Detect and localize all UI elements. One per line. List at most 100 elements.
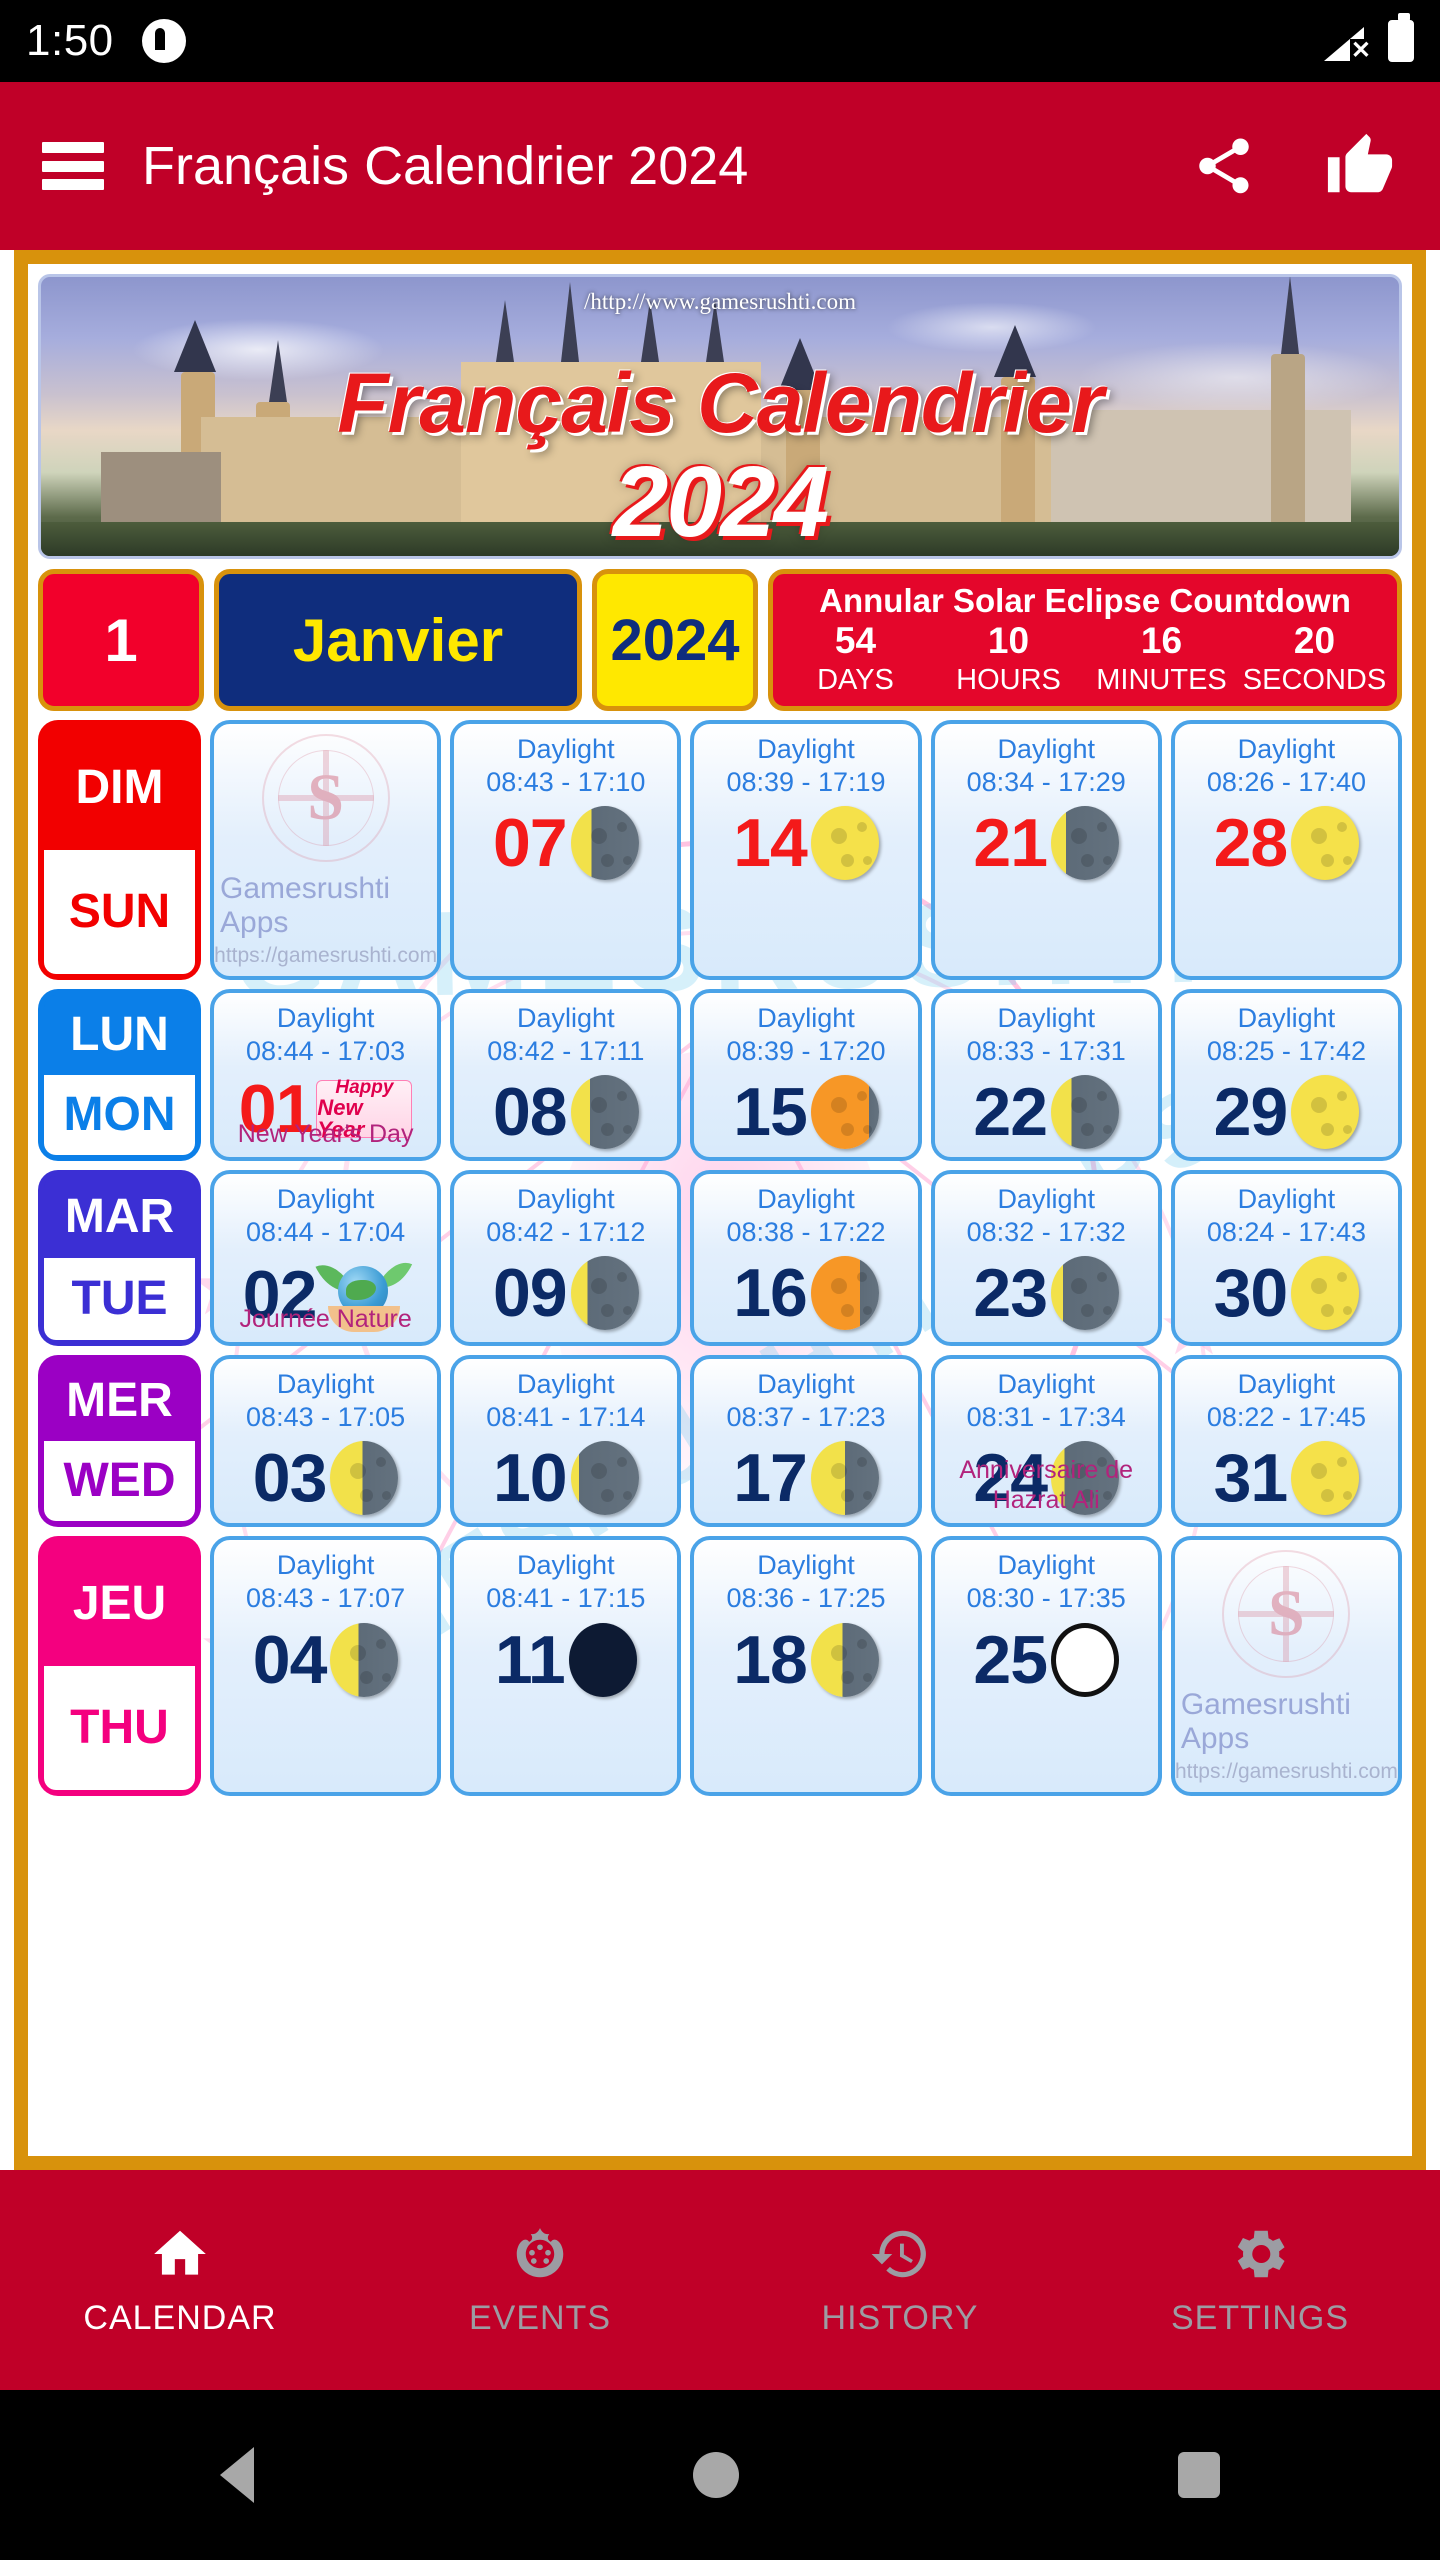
calendar-week-row: LUN MON Daylight 08:44 - 17:03 01 Happy New Ye…: [38, 989, 1403, 1162]
calendar-day-cell[interactable]: Daylight 08:39 - 17:19 14: [690, 720, 922, 980]
day-number-row: 25: [941, 1622, 1152, 1697]
daylight-label: Daylight: [1237, 1003, 1336, 1033]
month-selector[interactable]: Janvier: [214, 569, 582, 711]
daylight-times: 08:30 - 17:35: [966, 1583, 1126, 1614]
day-number-row: 04: [220, 1621, 431, 1698]
nav-item-events[interactable]: EVENTS: [360, 2223, 720, 2338]
day-number-row: 09: [460, 1255, 671, 1332]
daylight-times: 08:31 - 17:34: [966, 1402, 1126, 1433]
daylight-times: 08:25 - 17:42: [1206, 1036, 1366, 1067]
day-abbr-en: SUN: [44, 850, 195, 974]
day-abbr-en: WED: [44, 1441, 195, 1522]
home-circle-icon[interactable]: [692, 2452, 739, 2498]
thumbs-up-icon[interactable]: [1322, 128, 1398, 204]
status-bar: 1:50 ✕: [0, 0, 1440, 82]
calendar-day-cell[interactable]: Daylight 08:44 - 17:04 02 Journée Nature: [210, 1170, 442, 1347]
countdown-seconds-label: SECONDS: [1242, 663, 1387, 696]
calendar-day-cell[interactable]: Daylight 08:42 - 17:11 08: [450, 989, 682, 1162]
day-number: 04: [252, 1621, 328, 1698]
system-navigation-bar: [0, 2390, 1440, 2560]
calendar-day-cell[interactable]: Daylight 08:25 - 17:42 29: [1170, 989, 1403, 1162]
nav-item-history[interactable]: HISTORY: [720, 2223, 1080, 2338]
nav-item-settings[interactable]: SETTINGS: [1080, 2223, 1440, 2338]
day-number: 31: [1213, 1440, 1289, 1517]
daylight-times: 08:24 - 17:43: [1206, 1217, 1366, 1248]
calendar-day-cell[interactable]: Daylight 08:41 - 17:15 11: [450, 1536, 682, 1797]
day-abbr-en: MON: [44, 1075, 195, 1156]
countdown-labels: DAYS HOURS MINUTES SECONDS: [779, 663, 1391, 697]
day-number: 22: [973, 1074, 1048, 1151]
daylight-label: Daylight: [517, 1550, 615, 1581]
day-event-label: Anniversaire de Hazrat Ali: [959, 1456, 1134, 1514]
calendar-week-row: MER WED Daylight 08:43 - 17:05 03 Daylight 08:…: [38, 1355, 1403, 1528]
daylight-times: 08:44 - 17:03: [246, 1036, 406, 1067]
nav-item-calendar[interactable]: CALENDAR: [0, 2223, 360, 2338]
calendar-day-cell[interactable]: Daylight 08:42 - 17:12 09: [450, 1170, 682, 1347]
day-header-mon: LUN MON: [38, 989, 201, 1162]
home-icon: [154, 2230, 206, 2275]
share-icon[interactable]: [1186, 128, 1262, 204]
daylight-times: 08:44 - 17:04: [246, 1217, 406, 1248]
day-number: 03: [252, 1440, 328, 1517]
day-abbr-fr: LUN: [44, 995, 195, 1076]
daylight-label: Daylight: [997, 1003, 1095, 1033]
status-indicators: ✕: [1324, 13, 1414, 63]
calendar-day-cell[interactable]: Daylight 08:43 - 17:07 04: [210, 1536, 442, 1797]
calendar-week-row: DIMSUN Gamesrushti Apps https://gamesrusht…: [38, 720, 1403, 980]
countdown-days-label: DAYS: [817, 663, 894, 696]
gamesrushti-logo-icon: [261, 734, 390, 862]
moon-phase-icon: [810, 1256, 879, 1331]
day-number-row: 14: [700, 805, 911, 882]
daylight-label: Daylight: [1237, 734, 1336, 764]
day-number-row: 18: [700, 1621, 911, 1698]
daylight-times: 08:39 - 17:20: [726, 1036, 886, 1067]
day-number-row: 15: [700, 1075, 911, 1150]
brand-url: https://gamesrushti.com: [1174, 1760, 1398, 1784]
daylight-label: Daylight: [757, 1550, 855, 1581]
calendar-day-cell[interactable]: Daylight 08:30 - 17:35 25: [930, 1536, 1162, 1797]
day-selector[interactable]: 1: [38, 569, 204, 711]
calendar-day-cell[interactable]: Daylight 08:43 - 17:05 03: [210, 1355, 442, 1528]
recents-square-icon[interactable]: [1178, 2452, 1221, 2498]
moon-phase-icon: [1051, 1075, 1120, 1150]
calendar-day-cell[interactable]: Daylight 08:24 - 17:43 30: [1170, 1170, 1403, 1347]
calendar-day-cell[interactable]: Daylight 08:33 - 17:31 22: [930, 989, 1162, 1162]
calendar-day-cell[interactable]: Daylight 08:26 - 17:40 28: [1170, 720, 1403, 980]
year-selector[interactable]: 2024: [592, 569, 758, 711]
calendar-day-cell[interactable]: Daylight 08:37 - 17:23 17: [690, 1355, 922, 1528]
calendar-day-cell[interactable]: Daylight 08:43 - 17:10 07: [450, 720, 682, 980]
calendar-day-cell[interactable]: Daylight 08:31 - 17:34 24 Anniversaire de H…: [930, 1355, 1162, 1528]
calendar-day-cell[interactable]: Daylight 08:41 - 17:14 10: [450, 1355, 682, 1528]
day-number: 18: [733, 1621, 808, 1698]
calendar-day-cell[interactable]: Daylight 08:32 - 17:32 23: [930, 1170, 1162, 1347]
moon-phase-icon: [1291, 806, 1360, 881]
day-number: 07: [492, 805, 568, 882]
calendar-day-cell[interactable]: Daylight 08:34 - 17:29 21: [930, 720, 1162, 980]
no-signal-icon: ✕: [1324, 21, 1372, 63]
daylight-label: Daylight: [997, 1550, 1095, 1581]
moon-phase-icon: [810, 1622, 879, 1697]
brand-placeholder-cell: Gamesrushti Apps https://gamesrushti.com: [1170, 1536, 1403, 1797]
daylight-times: 08:42 - 17:11: [487, 1036, 645, 1067]
calendar-week-row: JEU THU Daylight 08:43 - 17:07 04 Daylight 08:…: [38, 1536, 1403, 1797]
countdown-minutes-label: MINUTES: [1096, 663, 1227, 696]
calendar-day-cell[interactable]: Daylight 08:36 - 17:25 18: [690, 1536, 922, 1797]
daylight-times: 08:34 - 17:29: [966, 767, 1126, 798]
daylight-times: 08:32 - 17:32: [966, 1217, 1126, 1248]
daylight-times: 08:33 - 17:31: [966, 1036, 1126, 1067]
calendar-day-cell[interactable]: Daylight 08:22 - 17:45 31: [1170, 1355, 1403, 1528]
countdown-title: Annular Solar Eclipse Countdown: [819, 581, 1351, 619]
daylight-label: Daylight: [517, 1184, 615, 1215]
day-number: 09: [492, 1255, 568, 1332]
daylight-label: Daylight: [1237, 1369, 1336, 1400]
back-triangle-icon[interactable]: [219, 2447, 254, 2503]
hamburger-menu-icon[interactable]: [42, 142, 104, 190]
day-abbr-fr: DIM: [44, 726, 195, 850]
day-number: 08: [492, 1074, 568, 1151]
day-number: 14: [733, 805, 808, 882]
calendar-day-cell[interactable]: Daylight 08:38 - 17:22 16: [690, 1170, 922, 1347]
calendar-day-cell[interactable]: Daylight 08:44 - 17:03 01 Happy New Year New …: [210, 989, 442, 1162]
calendar-day-cell[interactable]: Daylight 08:39 - 17:20 15: [690, 989, 922, 1162]
countdown-hours-label: HOURS: [956, 663, 1061, 696]
day-abbr-en: THU: [44, 1666, 195, 1791]
